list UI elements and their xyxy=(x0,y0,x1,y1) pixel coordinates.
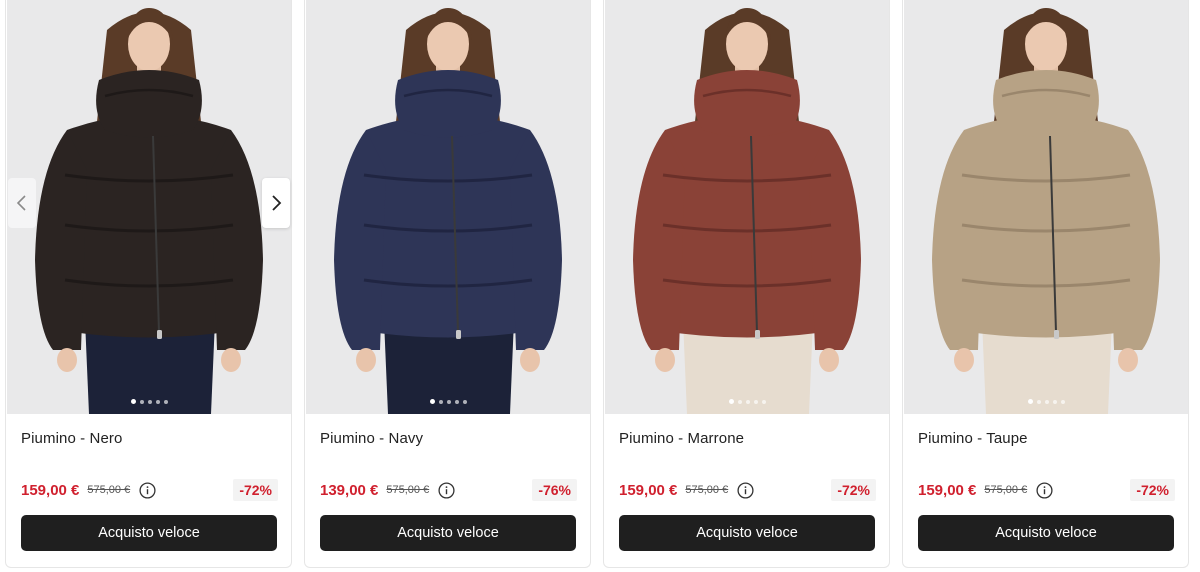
carousel-dots[interactable] xyxy=(904,399,1188,404)
carousel-dots[interactable] xyxy=(605,399,889,404)
carousel-dot[interactable] xyxy=(155,399,160,404)
product-image[interactable] xyxy=(605,0,889,414)
product-card[interactable]: Piumino - Marrone 159,00 € 575,00 € -72%… xyxy=(603,0,890,568)
product-card[interactable]: Piumino - Taupe 159,00 € 575,00 € -72% A… xyxy=(902,0,1189,568)
price-row: 139,00 € 575,00 € -76% xyxy=(320,479,577,501)
product-name[interactable]: Piumino - Navy xyxy=(320,430,423,447)
carousel-dot[interactable] xyxy=(1036,399,1041,404)
carousel-dot[interactable] xyxy=(462,399,467,404)
quick-buy-button[interactable]: Acquisto veloce xyxy=(21,515,277,551)
info-icon[interactable] xyxy=(139,481,156,499)
sale-price: 159,00 € xyxy=(21,481,80,499)
product-name[interactable]: Piumino - Nero xyxy=(21,430,122,447)
carousel-dot[interactable] xyxy=(1027,399,1033,404)
model-illustration xyxy=(605,0,889,414)
carousel-dot[interactable] xyxy=(1060,399,1065,404)
original-price: 575,00 € xyxy=(386,484,430,496)
chevron-right-icon xyxy=(272,195,282,211)
sale-price: 159,00 € xyxy=(918,481,977,499)
carousel-dot[interactable] xyxy=(147,399,152,404)
carousel-dots[interactable] xyxy=(306,399,590,404)
discount-badge: -72% xyxy=(831,479,876,501)
info-icon[interactable] xyxy=(1036,481,1053,499)
discount-badge: -72% xyxy=(233,479,278,501)
product-card[interactable]: Piumino - Nero 159,00 € 575,00 € -72% Ac… xyxy=(5,0,292,568)
product-name[interactable]: Piumino - Taupe xyxy=(918,430,1028,447)
original-price: 575,00 € xyxy=(87,484,131,496)
info-icon[interactable] xyxy=(737,481,754,499)
carousel-prev-button[interactable] xyxy=(8,178,36,228)
quick-buy-button[interactable]: Acquisto veloce xyxy=(918,515,1174,551)
product-name[interactable]: Piumino - Marrone xyxy=(619,430,744,447)
info-icon[interactable] xyxy=(438,481,455,499)
original-price: 575,00 € xyxy=(685,484,729,496)
quick-buy-button[interactable]: Acquisto veloce xyxy=(320,515,576,551)
discount-badge: -72% xyxy=(1130,479,1175,501)
discount-badge: -76% xyxy=(532,479,577,501)
carousel-next-button[interactable] xyxy=(262,178,290,228)
product-image[interactable] xyxy=(7,0,291,414)
original-price: 575,00 € xyxy=(984,484,1028,496)
model-illustration xyxy=(306,0,590,414)
chevron-left-icon xyxy=(16,195,26,211)
price-row: 159,00 € 575,00 € -72% xyxy=(21,479,278,501)
price-row: 159,00 € 575,00 € -72% xyxy=(918,479,1175,501)
price-row: 159,00 € 575,00 € -72% xyxy=(619,479,876,501)
quick-buy-button[interactable]: Acquisto veloce xyxy=(619,515,875,551)
carousel-dot[interactable] xyxy=(1044,399,1049,404)
product-grid: Piumino - Nero 159,00 € 575,00 € -72% Ac… xyxy=(0,0,1200,572)
carousel-dot[interactable] xyxy=(163,399,168,404)
carousel-dot[interactable] xyxy=(438,399,443,404)
model-illustration xyxy=(7,0,291,414)
carousel-dot[interactable] xyxy=(737,399,742,404)
carousel-dot[interactable] xyxy=(130,399,136,404)
model-illustration xyxy=(904,0,1188,414)
carousel-dots[interactable] xyxy=(7,399,291,404)
carousel-dot[interactable] xyxy=(139,399,144,404)
carousel-dot[interactable] xyxy=(728,399,734,404)
carousel-dot[interactable] xyxy=(429,399,435,404)
product-image[interactable] xyxy=(306,0,590,414)
product-image[interactable] xyxy=(904,0,1188,414)
carousel-dot[interactable] xyxy=(753,399,758,404)
sale-price: 139,00 € xyxy=(320,481,379,499)
carousel-dot[interactable] xyxy=(745,399,750,404)
carousel-dot[interactable] xyxy=(761,399,766,404)
product-card[interactable]: Piumino - Navy 139,00 € 575,00 € -76% Ac… xyxy=(304,0,591,568)
carousel-dot[interactable] xyxy=(1052,399,1057,404)
sale-price: 159,00 € xyxy=(619,481,678,499)
carousel-dot[interactable] xyxy=(454,399,459,404)
carousel-dot[interactable] xyxy=(446,399,451,404)
